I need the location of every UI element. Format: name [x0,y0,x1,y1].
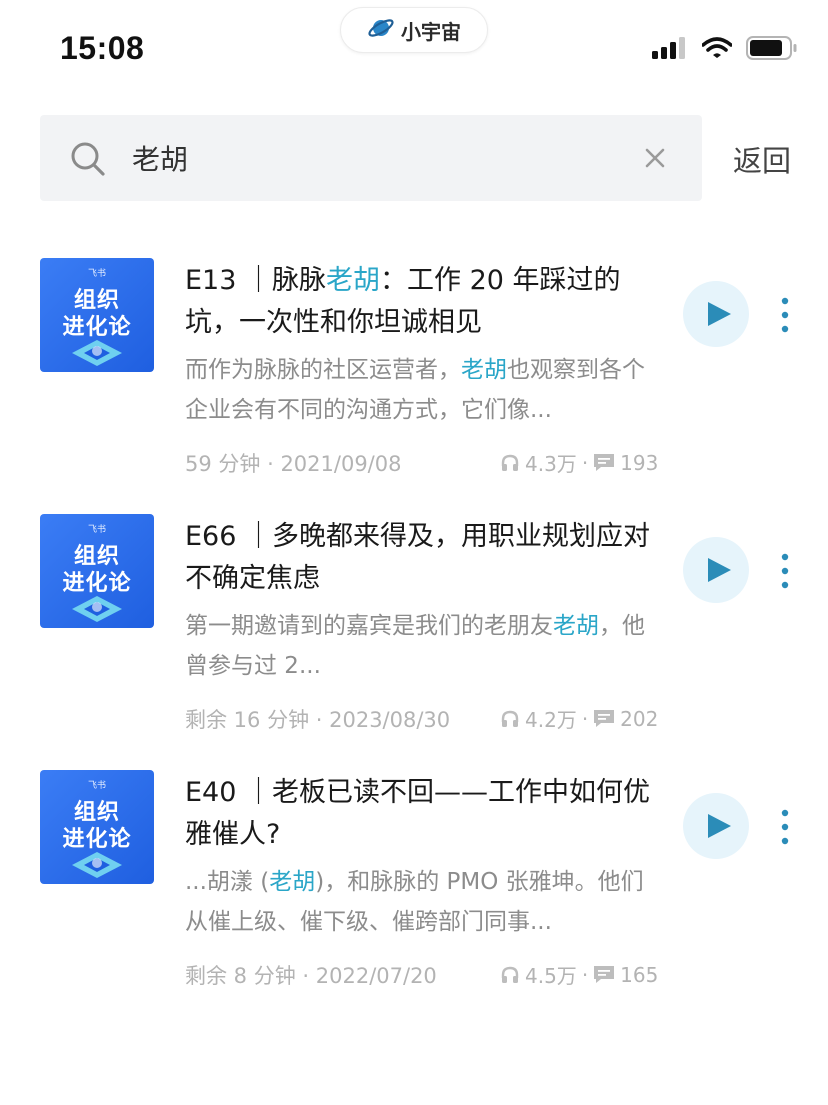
play-button[interactable] [683,281,749,347]
comment-icon [593,453,615,473]
title-text: E66 ｜多晚都来得及，用职业规划应对不确定焦虑 [185,521,650,594]
episode-meta: 剩余 16 分钟 · 2023/08/30 [185,708,451,732]
episode-duration: 59 分钟 [185,452,261,476]
list-item[interactable]: 飞书 组织 进化论 E66 ｜多晚都来得及，用职业规划应对不确定焦虑 第一期邀请… [0,514,828,770]
episode-stats: 4.2万 · 202 [500,704,658,733]
stats-separator: · [581,450,589,475]
episode-duration: 剩余 16 分钟 [185,708,310,732]
comment-count: 202 [620,706,659,731]
play-count: 4.2万 [525,708,577,732]
cube-graphic-icon [70,850,124,884]
play-count: 4.5万 [525,964,577,988]
cover-title-line2: 进化论 [62,315,132,340]
cube-graphic-icon [70,338,124,372]
more-options-button[interactable] [774,296,796,334]
episode-date: 2022/07/20 [315,964,437,988]
title-highlight: 老胡 [326,265,380,296]
cover-title-line2: 进化论 [62,827,132,852]
stats-separator: · [581,962,589,987]
back-button[interactable]: 返回 [733,138,791,180]
episode-date: 2021/09/08 [280,452,402,476]
status-icons [652,36,798,64]
more-vertical-icon [781,297,789,333]
more-options-button[interactable] [774,808,796,846]
battery-icon [746,36,798,64]
episode-duration: 剩余 8 分钟 [185,964,296,988]
desc-text: 而作为脉脉的社区运营者， [185,357,461,383]
desc-text: ...胡漾 ( [185,869,270,895]
play-icon [708,814,731,838]
clear-icon[interactable] [644,147,666,173]
desc-text: 第一期邀请到的嘉宾是我们的老朋友 [185,613,553,639]
episode-title[interactable]: E66 ｜多晚都来得及，用职业规划应对不确定焦虑 [185,516,655,600]
stats-separator: · [581,706,589,731]
more-vertical-icon [781,809,789,845]
title-text: E40 ｜老板已读不回——工作中如何优雅催人? [185,777,650,850]
podcast-cover[interactable]: 飞书 组织 进化论 [40,258,154,372]
episode-meta: 59 分钟 · 2021/09/08 [185,452,402,476]
episode-title[interactable]: E40 ｜老板已读不回——工作中如何优雅催人? [185,772,655,856]
headphones-icon [500,965,520,985]
status-bar: 15:08 小宇宙 [0,0,828,100]
more-options-button[interactable] [774,552,796,590]
wifi-icon [701,37,733,63]
episode-description: ...胡漾 (老胡)，和脉脉的 PMO 张雅坤。他们从催上级、催下级、催跨部门同… [185,862,663,942]
play-count: 4.3万 [525,452,577,476]
status-time: 15:08 [60,30,145,66]
search-input[interactable] [132,135,622,181]
planet-icon [367,14,395,46]
desc-highlight: 老胡 [553,613,599,639]
episode-title[interactable]: E13 ｜脉脉老胡：工作 20 年踩过的坑，一次性和你坦诚相见 [185,260,655,344]
signal-icon [652,37,688,63]
title-text: E13 ｜脉脉 [185,265,326,296]
play-icon [708,302,731,326]
search-icon [70,141,106,181]
play-icon [708,558,731,582]
podcast-cover[interactable]: 飞书 组织 进化论 [40,514,154,628]
cover-brand: 飞书 [87,525,106,535]
episode-date: 2023/08/30 [329,708,451,732]
app-indicator-pill[interactable]: 小宇宙 [340,7,488,53]
desc-highlight: 老胡 [269,869,316,895]
episode-description: 第一期邀请到的嘉宾是我们的老朋友老胡，他曾参与过 2... [185,606,663,686]
cover-brand: 飞书 [87,781,106,791]
play-button[interactable] [683,793,749,859]
comment-count: 165 [620,962,659,987]
more-vertical-icon [781,553,789,589]
comment-count: 193 [620,450,659,475]
cube-graphic-icon [70,594,124,628]
episode-meta: 剩余 8 分钟 · 2022/07/20 [185,964,437,988]
search-results-list: 飞书 组织 进化论 E13 ｜脉脉老胡：工作 20 年踩过的坑，一次性和你坦诚相… [0,258,828,1026]
app-name: 小宇宙 [401,19,461,44]
comment-icon [593,965,615,985]
cover-brand: 飞书 [87,269,106,279]
cover-title-line2: 进化论 [62,571,132,596]
comment-icon [593,709,615,729]
headphones-icon [500,453,520,473]
list-item[interactable]: 飞书 组织 进化论 E40 ｜老板已读不回——工作中如何优雅催人? ...胡漾 … [0,770,828,1026]
search-bar[interactable] [40,115,702,201]
podcast-cover[interactable]: 飞书 组织 进化论 [40,770,154,884]
desc-highlight: 老胡 [461,357,507,383]
list-item[interactable]: 飞书 组织 进化论 E13 ｜脉脉老胡：工作 20 年踩过的坑，一次性和你坦诚相… [0,258,828,514]
episode-stats: 4.5万 · 165 [500,960,658,989]
headphones-icon [500,709,520,729]
episode-stats: 4.3万 · 193 [500,448,658,477]
play-button[interactable] [683,537,749,603]
episode-description: 而作为脉脉的社区运营者，老胡也观察到各个企业会有不同的沟通方式，它们像... [185,350,663,430]
